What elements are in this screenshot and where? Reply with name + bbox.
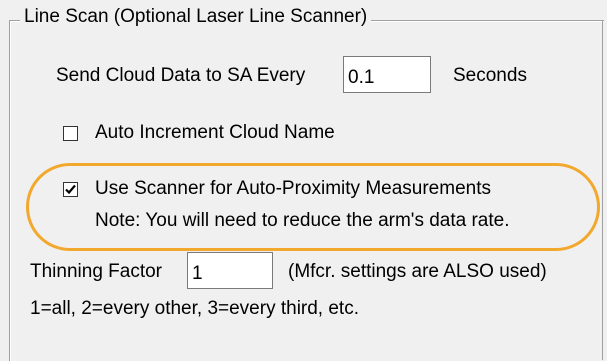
thinning-factor-input[interactable] [187, 252, 273, 289]
thinning-factor-label: Thinning Factor [30, 261, 163, 282]
groupbox-right-edge [602, 20, 603, 360]
auto-increment-label[interactable]: Auto Increment Cloud Name [95, 122, 335, 144]
checkmark-icon [65, 184, 76, 195]
groupbox-title: Line Scan (Optional Laser Line Scanner) [20, 6, 372, 28]
seconds-label: Seconds [453, 65, 527, 86]
thinning-help-text: 1=all, 2=every other, 3=every third, etc… [30, 298, 359, 319]
auto-increment-checkbox[interactable] [63, 126, 78, 141]
thinning-note: (Mfcr. settings are ALSO used) [288, 261, 547, 282]
auto-proximity-label[interactable]: Use Scanner for Auto-Proximity Measureme… [95, 178, 491, 200]
data-rate-note: Note: You will need to reduce the arm's … [95, 210, 510, 231]
auto-proximity-checkbox[interactable] [63, 182, 78, 197]
send-cloud-interval-input[interactable] [343, 56, 431, 93]
send-cloud-label: Send Cloud Data to SA Every [56, 65, 306, 86]
